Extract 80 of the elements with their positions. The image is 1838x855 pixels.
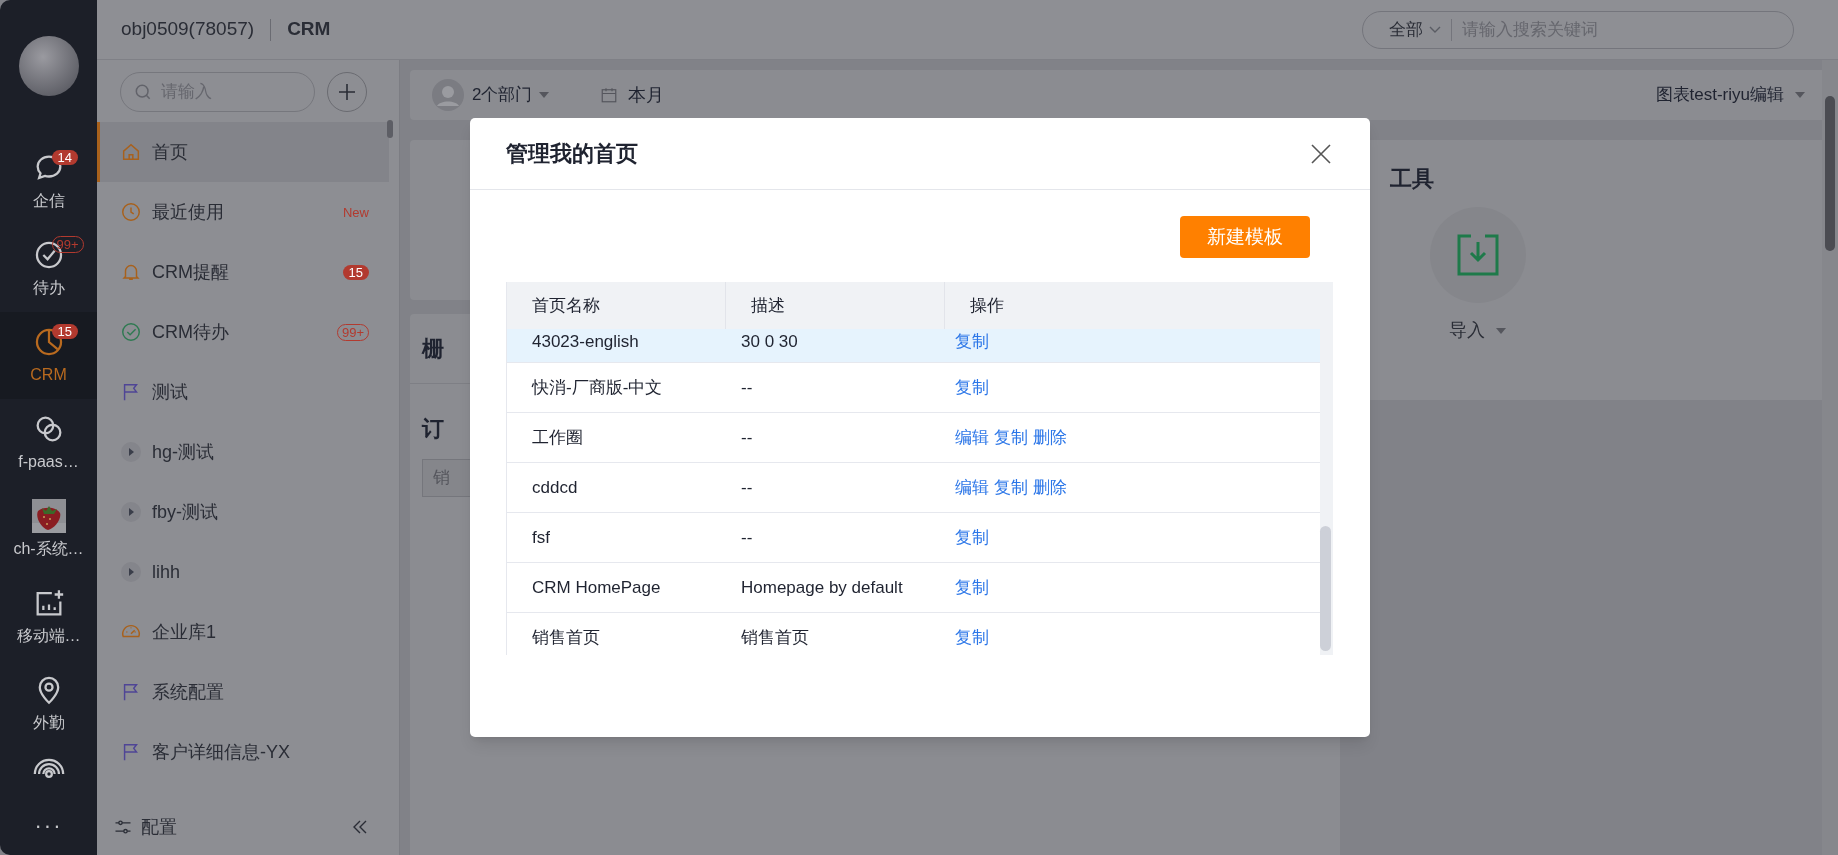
table-cell-text: -- bbox=[740, 376, 754, 399]
rail-item[interactable]: ch-系统… bbox=[0, 486, 97, 573]
action-link[interactable]: 复制 bbox=[955, 524, 989, 551]
org-name: obj0509(78057) bbox=[121, 17, 255, 42]
scrollbar-thumb[interactable] bbox=[387, 120, 393, 138]
table-cell-text: 销售首页 bbox=[531, 626, 601, 649]
settings-link[interactable]: 配置 bbox=[141, 813, 177, 841]
sidebar-item[interactable]: 客户详细信息-YX bbox=[97, 722, 389, 782]
more-button[interactable]: ··· bbox=[34, 809, 63, 842]
caret-icon bbox=[1495, 326, 1507, 335]
home-icon bbox=[120, 141, 142, 163]
column-header: 操作 bbox=[969, 294, 1005, 317]
table-cell-text: -- bbox=[740, 526, 754, 549]
table-cell-text: cddcd bbox=[531, 476, 579, 499]
department-dropdown[interactable]: 2个部门 bbox=[472, 82, 551, 108]
action-link[interactable]: 复制 bbox=[955, 374, 989, 401]
caret-icon bbox=[538, 91, 551, 99]
sidebar-item[interactable]: lihh bbox=[97, 542, 389, 602]
rail-item[interactable]: 14 企信 bbox=[0, 138, 97, 225]
action-link[interactable]: 删除 bbox=[1033, 424, 1067, 451]
card-title: 工具 bbox=[1390, 165, 1435, 193]
action-link[interactable]: 复制 bbox=[994, 424, 1028, 451]
scrollbar-thumb[interactable] bbox=[1320, 526, 1331, 651]
count-badge: 14 bbox=[51, 149, 78, 165]
table-cell-text: 销售首页 bbox=[740, 626, 810, 649]
rail-item[interactable]: f-paas… bbox=[0, 399, 97, 486]
rail-item[interactable]: 15 CRM bbox=[0, 312, 97, 399]
clock-icon bbox=[120, 201, 142, 223]
caret-icon bbox=[1794, 91, 1806, 99]
sidebar-item[interactable]: 最近使用 New bbox=[97, 182, 389, 242]
sidebar-item[interactable]: CRM待办 99+ bbox=[97, 302, 389, 362]
sidebar-item[interactable]: hg-测试 bbox=[97, 422, 389, 482]
period-picker[interactable]: 本月 bbox=[628, 81, 665, 109]
calendar-icon bbox=[600, 86, 619, 104]
action-link[interactable]: 复制 bbox=[955, 624, 989, 651]
table-cell-text: 43023-english bbox=[531, 331, 640, 353]
sidebar-item[interactable]: 系统配置 bbox=[97, 662, 389, 722]
edit-dropdown[interactable]: 图表test-riyu编辑 bbox=[1655, 82, 1806, 108]
table-cell-text: fsf bbox=[531, 526, 551, 549]
import-icon bbox=[1457, 234, 1499, 276]
sidebar-item[interactable]: 企业库1 bbox=[97, 602, 389, 662]
check-circle-icon bbox=[120, 321, 142, 343]
table-cell-text: 工作圈 bbox=[531, 426, 584, 449]
table-cell-text: -- bbox=[740, 476, 754, 499]
action-link[interactable]: 复制 bbox=[994, 474, 1028, 501]
scrollbar-thumb[interactable] bbox=[1825, 96, 1835, 251]
action-link[interactable]: 复制 bbox=[955, 574, 989, 601]
table-cell-text: CRM HomePage bbox=[531, 576, 662, 599]
person-avatar-icon bbox=[432, 79, 464, 111]
table-cell-text: Homepage by default bbox=[740, 576, 904, 599]
action-link[interactable]: 编辑 bbox=[955, 424, 989, 451]
action-link[interactable]: 编辑 bbox=[955, 474, 989, 501]
card-title: 栅 bbox=[422, 335, 444, 363]
collapse-icon[interactable] bbox=[351, 818, 369, 836]
sidebar-item[interactable]: 首页 bbox=[97, 122, 389, 182]
scope-dropdown[interactable]: 全部 bbox=[1389, 16, 1441, 43]
rail-item[interactable]: 移动端… bbox=[0, 573, 97, 660]
plus-icon bbox=[337, 82, 357, 102]
table-row[interactable]: 43023-english 30 0 30 复制 bbox=[507, 329, 1320, 363]
sidebar-item[interactable]: fby-测试 bbox=[97, 482, 389, 542]
dialog-title: 管理我的首页 bbox=[506, 140, 638, 168]
search-icon bbox=[133, 82, 153, 102]
count-badge: 15 bbox=[51, 323, 78, 339]
app-name: CRM bbox=[287, 17, 331, 42]
import-dropdown[interactable]: 导入 bbox=[1449, 317, 1507, 344]
table-cell-text: 30 0 30 bbox=[740, 331, 799, 353]
close-icon bbox=[1310, 142, 1332, 165]
chevron-down-icon bbox=[1429, 25, 1441, 34]
sidebar-item[interactable]: CRM提醒 15 bbox=[97, 242, 389, 302]
action-link[interactable]: 复制 bbox=[955, 329, 989, 355]
rail-item[interactable]: 99+ 待办 bbox=[0, 225, 97, 312]
table-cell-text: -- bbox=[740, 426, 754, 449]
section-title: 订 bbox=[422, 416, 444, 441]
rail-item[interactable]: 外勤 bbox=[0, 660, 97, 747]
action-link[interactable]: 删除 bbox=[1033, 474, 1067, 501]
sidebar-item[interactable]: 测试 bbox=[97, 362, 389, 422]
table-cell-text: 快消-厂商版-中文 bbox=[530, 376, 664, 399]
count-badge: 15 bbox=[342, 265, 369, 280]
new-tag: New bbox=[343, 205, 369, 220]
new-template-button[interactable]: 新建模板 bbox=[1180, 216, 1310, 258]
